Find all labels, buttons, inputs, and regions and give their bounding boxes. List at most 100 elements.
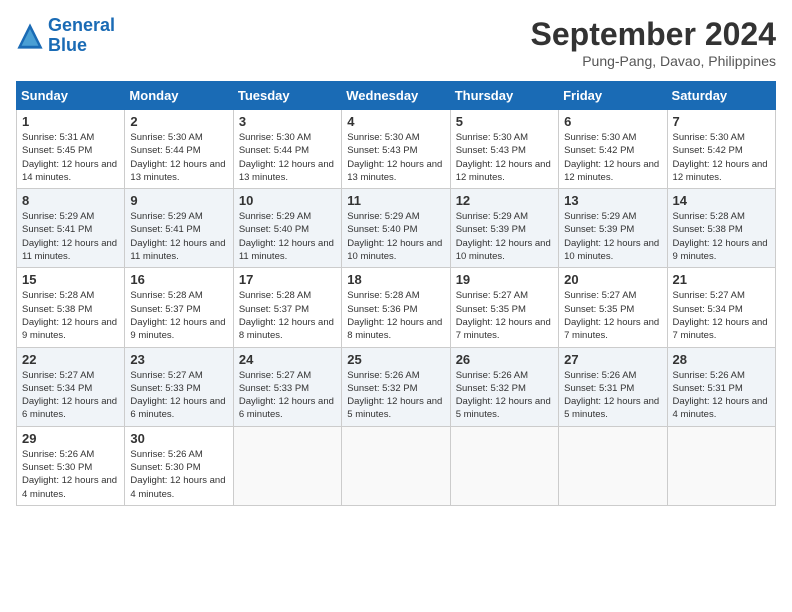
calendar-cell: 10 Sunrise: 5:29 AM Sunset: 5:40 PM Dayl… (233, 189, 341, 268)
day-info: Sunrise: 5:29 AM Sunset: 5:41 PM Dayligh… (22, 210, 119, 263)
logo-blue: Blue (48, 35, 87, 55)
column-header-wednesday: Wednesday (342, 82, 450, 110)
calendar-cell: 13 Sunrise: 5:29 AM Sunset: 5:39 PM Dayl… (559, 189, 667, 268)
calendar-cell: 25 Sunrise: 5:26 AM Sunset: 5:32 PM Dayl… (342, 347, 450, 426)
calendar-week-5: 29 Sunrise: 5:26 AM Sunset: 5:30 PM Dayl… (17, 426, 776, 505)
day-number: 28 (673, 352, 770, 367)
day-number: 2 (130, 114, 227, 129)
calendar-cell: 28 Sunrise: 5:26 AM Sunset: 5:31 PM Dayl… (667, 347, 775, 426)
calendar-cell: 27 Sunrise: 5:26 AM Sunset: 5:31 PM Dayl… (559, 347, 667, 426)
day-number: 3 (239, 114, 336, 129)
day-number: 1 (22, 114, 119, 129)
calendar-cell: 23 Sunrise: 5:27 AM Sunset: 5:33 PM Dayl… (125, 347, 233, 426)
calendar-title: September 2024 (531, 16, 776, 53)
column-header-thursday: Thursday (450, 82, 558, 110)
day-info: Sunrise: 5:29 AM Sunset: 5:40 PM Dayligh… (239, 210, 336, 263)
day-info: Sunrise: 5:26 AM Sunset: 5:32 PM Dayligh… (347, 369, 444, 422)
column-header-monday: Monday (125, 82, 233, 110)
day-info: Sunrise: 5:28 AM Sunset: 5:38 PM Dayligh… (22, 289, 119, 342)
calendar-cell (342, 426, 450, 505)
day-info: Sunrise: 5:26 AM Sunset: 5:32 PM Dayligh… (456, 369, 553, 422)
calendar-cell: 22 Sunrise: 5:27 AM Sunset: 5:34 PM Dayl… (17, 347, 125, 426)
calendar-table: SundayMondayTuesdayWednesdayThursdayFrid… (16, 81, 776, 506)
day-number: 27 (564, 352, 661, 367)
calendar-cell: 29 Sunrise: 5:26 AM Sunset: 5:30 PM Dayl… (17, 426, 125, 505)
calendar-week-2: 8 Sunrise: 5:29 AM Sunset: 5:41 PM Dayli… (17, 189, 776, 268)
day-number: 9 (130, 193, 227, 208)
day-number: 10 (239, 193, 336, 208)
column-header-tuesday: Tuesday (233, 82, 341, 110)
logo-general: General (48, 15, 115, 35)
logo-icon (16, 22, 44, 50)
calendar-week-4: 22 Sunrise: 5:27 AM Sunset: 5:34 PM Dayl… (17, 347, 776, 426)
calendar-cell: 30 Sunrise: 5:26 AM Sunset: 5:30 PM Dayl… (125, 426, 233, 505)
column-header-saturday: Saturday (667, 82, 775, 110)
day-info: Sunrise: 5:30 AM Sunset: 5:43 PM Dayligh… (456, 131, 553, 184)
day-number: 6 (564, 114, 661, 129)
logo-text: General Blue (48, 16, 115, 56)
calendar-cell: 6 Sunrise: 5:30 AM Sunset: 5:42 PM Dayli… (559, 110, 667, 189)
calendar-cell: 26 Sunrise: 5:26 AM Sunset: 5:32 PM Dayl… (450, 347, 558, 426)
day-info: Sunrise: 5:27 AM Sunset: 5:35 PM Dayligh… (564, 289, 661, 342)
day-info: Sunrise: 5:30 AM Sunset: 5:43 PM Dayligh… (347, 131, 444, 184)
column-header-friday: Friday (559, 82, 667, 110)
day-number: 23 (130, 352, 227, 367)
day-info: Sunrise: 5:26 AM Sunset: 5:30 PM Dayligh… (22, 448, 119, 501)
day-info: Sunrise: 5:30 AM Sunset: 5:42 PM Dayligh… (564, 131, 661, 184)
calendar-cell: 12 Sunrise: 5:29 AM Sunset: 5:39 PM Dayl… (450, 189, 558, 268)
calendar-cell (667, 426, 775, 505)
calendar-cell: 11 Sunrise: 5:29 AM Sunset: 5:40 PM Dayl… (342, 189, 450, 268)
calendar-subtitle: Pung-Pang, Davao, Philippines (531, 53, 776, 69)
calendar-cell: 3 Sunrise: 5:30 AM Sunset: 5:44 PM Dayli… (233, 110, 341, 189)
day-number: 8 (22, 193, 119, 208)
day-info: Sunrise: 5:30 AM Sunset: 5:42 PM Dayligh… (673, 131, 770, 184)
day-number: 24 (239, 352, 336, 367)
title-area: September 2024 Pung-Pang, Davao, Philipp… (531, 16, 776, 69)
day-number: 17 (239, 272, 336, 287)
calendar-cell: 2 Sunrise: 5:30 AM Sunset: 5:44 PM Dayli… (125, 110, 233, 189)
day-info: Sunrise: 5:31 AM Sunset: 5:45 PM Dayligh… (22, 131, 119, 184)
calendar-cell: 4 Sunrise: 5:30 AM Sunset: 5:43 PM Dayli… (342, 110, 450, 189)
calendar-cell: 21 Sunrise: 5:27 AM Sunset: 5:34 PM Dayl… (667, 268, 775, 347)
page-header: General Blue September 2024 Pung-Pang, D… (16, 16, 776, 69)
logo: General Blue (16, 16, 115, 56)
day-number: 18 (347, 272, 444, 287)
calendar-cell: 9 Sunrise: 5:29 AM Sunset: 5:41 PM Dayli… (125, 189, 233, 268)
calendar-cell (559, 426, 667, 505)
calendar-cell (450, 426, 558, 505)
day-number: 20 (564, 272, 661, 287)
day-info: Sunrise: 5:27 AM Sunset: 5:35 PM Dayligh… (456, 289, 553, 342)
column-header-sunday: Sunday (17, 82, 125, 110)
calendar-cell (233, 426, 341, 505)
day-info: Sunrise: 5:28 AM Sunset: 5:36 PM Dayligh… (347, 289, 444, 342)
day-number: 25 (347, 352, 444, 367)
calendar-week-3: 15 Sunrise: 5:28 AM Sunset: 5:38 PM Dayl… (17, 268, 776, 347)
day-info: Sunrise: 5:26 AM Sunset: 5:31 PM Dayligh… (673, 369, 770, 422)
calendar-cell: 7 Sunrise: 5:30 AM Sunset: 5:42 PM Dayli… (667, 110, 775, 189)
day-number: 7 (673, 114, 770, 129)
calendar-header-row: SundayMondayTuesdayWednesdayThursdayFrid… (17, 82, 776, 110)
day-info: Sunrise: 5:29 AM Sunset: 5:41 PM Dayligh… (130, 210, 227, 263)
day-info: Sunrise: 5:26 AM Sunset: 5:31 PM Dayligh… (564, 369, 661, 422)
calendar-cell: 19 Sunrise: 5:27 AM Sunset: 5:35 PM Dayl… (450, 268, 558, 347)
day-number: 15 (22, 272, 119, 287)
day-info: Sunrise: 5:29 AM Sunset: 5:39 PM Dayligh… (456, 210, 553, 263)
day-number: 13 (564, 193, 661, 208)
day-info: Sunrise: 5:29 AM Sunset: 5:39 PM Dayligh… (564, 210, 661, 263)
calendar-cell: 17 Sunrise: 5:28 AM Sunset: 5:37 PM Dayl… (233, 268, 341, 347)
day-number: 21 (673, 272, 770, 287)
calendar-cell: 15 Sunrise: 5:28 AM Sunset: 5:38 PM Dayl… (17, 268, 125, 347)
day-info: Sunrise: 5:28 AM Sunset: 5:37 PM Dayligh… (239, 289, 336, 342)
day-number: 30 (130, 431, 227, 446)
day-number: 22 (22, 352, 119, 367)
day-info: Sunrise: 5:27 AM Sunset: 5:34 PM Dayligh… (673, 289, 770, 342)
day-info: Sunrise: 5:30 AM Sunset: 5:44 PM Dayligh… (239, 131, 336, 184)
calendar-cell: 5 Sunrise: 5:30 AM Sunset: 5:43 PM Dayli… (450, 110, 558, 189)
calendar-cell: 8 Sunrise: 5:29 AM Sunset: 5:41 PM Dayli… (17, 189, 125, 268)
day-info: Sunrise: 5:27 AM Sunset: 5:33 PM Dayligh… (130, 369, 227, 422)
calendar-cell: 14 Sunrise: 5:28 AM Sunset: 5:38 PM Dayl… (667, 189, 775, 268)
day-info: Sunrise: 5:30 AM Sunset: 5:44 PM Dayligh… (130, 131, 227, 184)
calendar-cell: 18 Sunrise: 5:28 AM Sunset: 5:36 PM Dayl… (342, 268, 450, 347)
day-number: 5 (456, 114, 553, 129)
day-info: Sunrise: 5:27 AM Sunset: 5:33 PM Dayligh… (239, 369, 336, 422)
